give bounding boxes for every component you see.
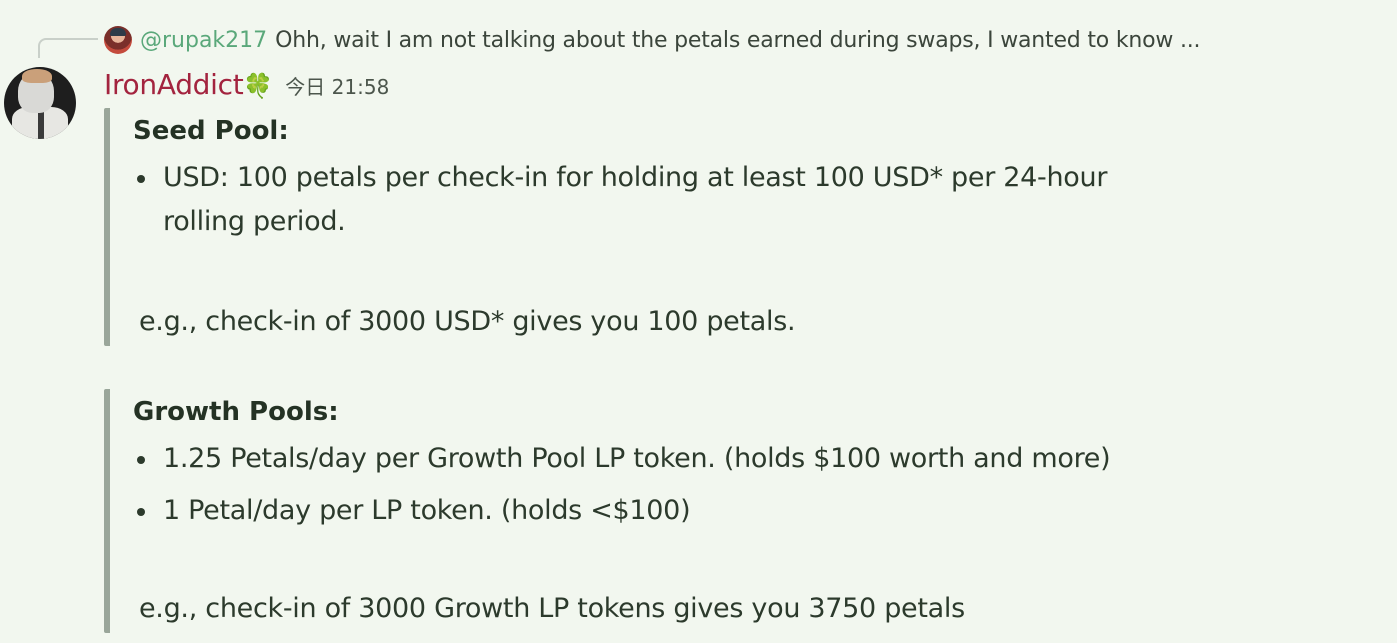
growth-pools-title: Growth Pools: — [133, 397, 339, 427]
list-item: USD: 100 petals per check-in for holding… — [133, 156, 1173, 244]
seed-pool-quote: Seed Pool: USD: 100 petals per check-in … — [104, 108, 1204, 346]
reply-connector — [38, 38, 98, 58]
list-item: 1 Petal/day per LP token. (holds <$100) — [133, 489, 1204, 533]
list-item: 1.25 Petals/day per Growth Pool LP token… — [133, 437, 1204, 481]
reply-avatar[interactable] — [104, 26, 132, 54]
reply-preview[interactable]: @rupak217 Ohh, wait I am not talking abo… — [104, 24, 1201, 56]
avatar[interactable] — [4, 67, 76, 139]
growth-pools-list: 1.25 Petals/day per Growth Pool LP token… — [133, 437, 1204, 533]
growth-pools-example: e.g., check-in of 3000 Growth LP tokens … — [139, 593, 965, 624]
timestamp[interactable]: 今日 21:58 — [285, 71, 389, 100]
seed-pool-list: USD: 100 petals per check-in for holding… — [133, 156, 1204, 244]
clover-icon: 🍀 — [243, 72, 274, 100]
reply-text[interactable]: Ohh, wait I am not talking about the pet… — [275, 28, 1200, 53]
username[interactable]: IronAddict — [104, 68, 244, 101]
growth-pools-quote: Growth Pools: 1.25 Petals/day per Growth… — [104, 389, 1204, 633]
seed-pool-example: e.g., check-in of 3000 USD* gives you 10… — [139, 306, 796, 337]
message-header: IronAddict 🍀 今日 21:58 — [104, 68, 389, 101]
seed-pool-title: Seed Pool: — [133, 116, 289, 146]
chat-message: @rupak217 Ohh, wait I am not talking abo… — [0, 0, 1397, 643]
reply-username[interactable]: @rupak217 — [140, 28, 267, 53]
